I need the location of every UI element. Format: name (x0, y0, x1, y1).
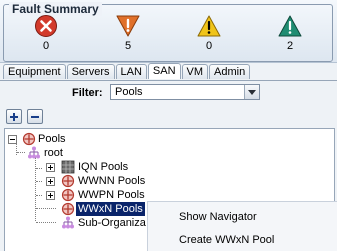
expand-toggle[interactable] (46, 177, 55, 186)
expand-toggle[interactable] (46, 163, 55, 172)
tab-admin[interactable]: Admin (209, 64, 251, 79)
collapse-all-button[interactable] (27, 109, 43, 124)
filter-row: Filter: Pools (0, 82, 337, 104)
tree-node-wwnn-pools[interactable]: WWNN Pools (5, 174, 165, 188)
minus-icon (31, 116, 39, 118)
collapse-toggle[interactable] (8, 135, 17, 144)
critical-count: 0 (42, 40, 50, 52)
minor-count: 0 (205, 40, 213, 52)
major-count: 5 (124, 40, 132, 52)
chevron-down-icon[interactable] (244, 85, 259, 99)
tree-node-sub-organizations[interactable]: Sub-Organiza (5, 216, 165, 230)
org-icon (62, 216, 74, 229)
tree-label: Pools (38, 133, 66, 145)
warning-icon (278, 15, 302, 37)
pool-icon (22, 132, 36, 146)
tree-label: Sub-Organiza (78, 217, 146, 229)
pool-icon (61, 188, 75, 202)
tree-node-pools[interactable]: Pools (5, 132, 125, 146)
warning-count: 2 (286, 40, 294, 52)
filter-value: Pools (115, 86, 143, 98)
tab-lan[interactable]: LAN (115, 64, 147, 79)
pool-icon (61, 174, 75, 188)
fault-minor[interactable]: 0 (194, 14, 224, 52)
tree-node-wwpn-pools[interactable]: WWPN Pools (5, 188, 165, 202)
tree-label: root (44, 147, 63, 159)
tab-vm[interactable]: VM (181, 64, 209, 79)
tab-san[interactable]: SAN (147, 63, 181, 79)
tree-label: WWPN Pools (78, 189, 145, 201)
fault-warning[interactable]: 2 (275, 14, 305, 52)
nav-tabs: Equipment Servers LAN SAN VM Admin (3, 63, 251, 80)
tree-label-selected: WWxN Pools (76, 202, 145, 216)
fault-summary-panel: Fault Summary 0 5 0 2 (0, 0, 337, 63)
menu-item-show-navigator[interactable]: Show Navigator (179, 211, 257, 223)
critical-icon (35, 15, 57, 37)
tree-label: WWNN Pools (78, 175, 146, 187)
iqn-pool-icon (61, 160, 75, 174)
fault-major[interactable]: 5 (113, 14, 143, 52)
tree-label: IQN Pools (78, 161, 129, 173)
org-icon (28, 146, 40, 159)
fault-critical[interactable]: 0 (31, 14, 61, 52)
tree-toolbar (0, 106, 337, 128)
tree-node-wwxn-pools[interactable]: WWxN Pools (5, 202, 165, 216)
context-menu: Show Navigator Create WWxN Pool (147, 201, 337, 251)
minor-icon (197, 15, 221, 37)
tree-node-root[interactable]: root (5, 146, 125, 160)
plus-icon-stem (13, 113, 15, 121)
tab-equipment[interactable]: Equipment (3, 64, 66, 79)
tab-divider (0, 80, 337, 81)
filter-select[interactable]: Pools (110, 84, 260, 100)
filter-label: Filter: (72, 87, 103, 99)
tree-node-iqn-pools[interactable]: IQN Pools (5, 160, 145, 174)
pool-icon (61, 202, 75, 216)
menu-item-create-wwxn-pool[interactable]: Create WWxN Pool (179, 234, 274, 246)
tab-servers[interactable]: Servers (66, 64, 115, 79)
major-icon (116, 15, 140, 37)
expand-toggle[interactable] (46, 191, 55, 200)
expand-all-button[interactable] (6, 109, 22, 124)
